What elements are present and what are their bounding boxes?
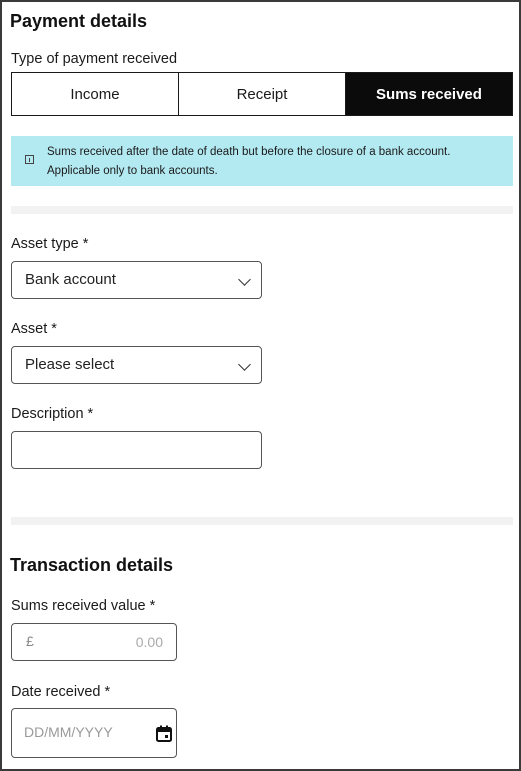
date-received-input[interactable]: DD/MM/YYYY [11, 708, 177, 758]
info-icon [25, 155, 34, 164]
section-divider [11, 517, 513, 525]
info-text-line2: Applicable only to bank accounts. [47, 165, 218, 177]
sums-received-option-button[interactable]: Sums received [346, 72, 513, 116]
currency-symbol: £ [26, 633, 34, 649]
income-option-button[interactable]: Income [11, 72, 179, 116]
section-divider [11, 206, 513, 214]
date-received-label: Date received * [11, 684, 111, 700]
payment-type-toggle: Income Receipt Sums received [11, 72, 513, 116]
chevron-down-icon [238, 358, 251, 371]
date-placeholder: DD/MM/YYYY [24, 724, 113, 740]
asset-type-value: Bank account [25, 271, 116, 288]
asset-label: Asset * [11, 321, 57, 337]
description-label: Description * [11, 406, 94, 422]
info-text-line1: Sums received after the date of death bu… [47, 146, 451, 158]
payment-form: Payment details Type of payment received… [0, 0, 521, 771]
description-input[interactable] [11, 431, 262, 469]
asset-type-select[interactable]: Bank account [11, 261, 262, 299]
asset-select[interactable]: Please select [11, 346, 262, 384]
chevron-down-icon [238, 273, 251, 286]
calendar-icon[interactable] [156, 725, 172, 742]
transaction-details-heading: Transaction details [10, 555, 174, 575]
receipt-option-button[interactable]: Receipt [179, 72, 346, 116]
info-banner: Sums received after the date of death bu… [11, 136, 513, 186]
payment-details-heading: Payment details [10, 11, 148, 31]
value-placeholder: 0.00 [135, 634, 163, 650]
asset-value: Please select [25, 356, 115, 373]
sums-received-value-label: Sums received value * [11, 598, 156, 614]
sums-received-value-input[interactable]: £ 0.00 [11, 623, 177, 661]
asset-type-label: Asset type * [11, 236, 89, 252]
payment-type-label: Type of payment received [11, 51, 178, 67]
